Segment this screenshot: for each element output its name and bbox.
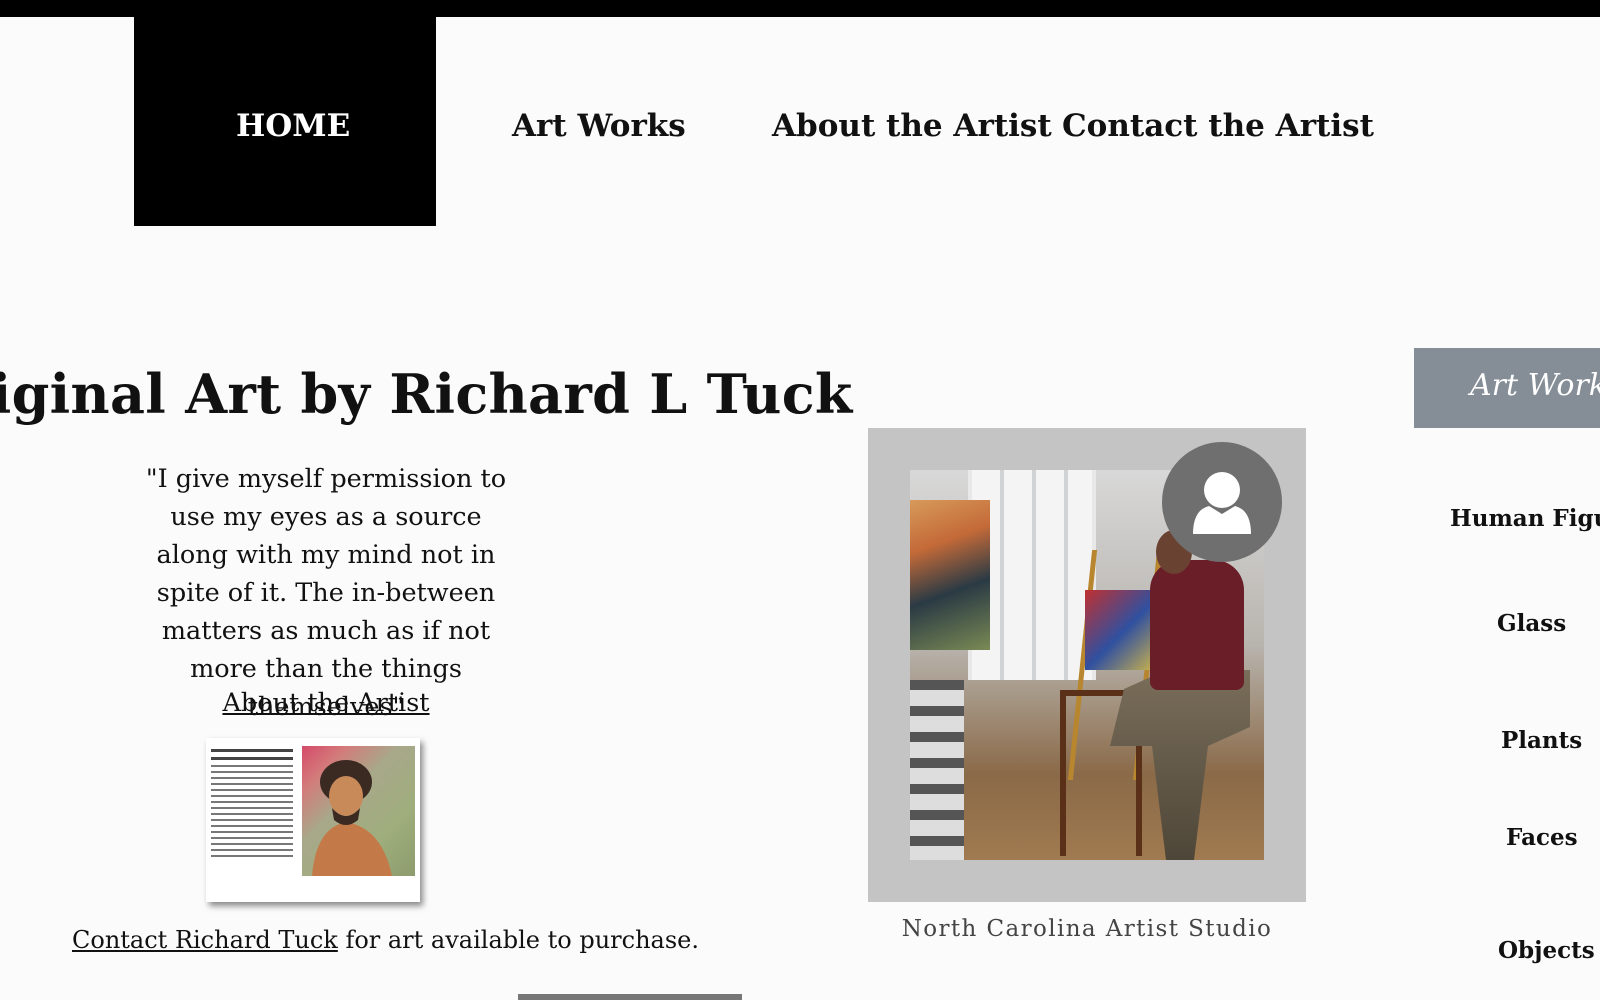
sidebar-item-human-figure[interactable]: Human Figur — [1450, 505, 1600, 532]
bottom-image-edge — [518, 994, 742, 1000]
contact-line: Contact Richard Tuck for art available t… — [72, 926, 699, 954]
photo-caption: North Carolina Artist Studio — [901, 916, 1273, 942]
sidebar-item-faces[interactable]: Faces — [1506, 824, 1578, 851]
photo-cabinet — [910, 680, 964, 860]
sidebar-item-plants[interactable]: Plants — [1501, 727, 1582, 754]
page-title: riginal Art by Richard L Tuck — [0, 362, 853, 426]
clipping-text-area — [211, 744, 293, 894]
nav-contact-artist[interactable]: Contact the Artist — [1062, 108, 1374, 144]
contact-line-suffix: for art available to purchase. — [337, 926, 700, 954]
about-artist-link[interactable]: About the Artist — [206, 688, 446, 718]
nav-home[interactable]: HOME — [236, 108, 350, 144]
sidebar-item-glass[interactable]: Glass — [1497, 610, 1566, 637]
contact-richard-tuck-link[interactable]: Contact Richard Tuck — [72, 926, 338, 954]
nav-about-artist[interactable]: About the Artist — [772, 108, 1052, 144]
newspaper-clipping-image[interactable] — [206, 738, 420, 902]
photo-person-body — [1150, 560, 1244, 690]
clipping-painting — [302, 746, 415, 876]
user-avatar-icon[interactable] — [1162, 442, 1282, 562]
sidebar-item-objects[interactable]: Objects — [1498, 937, 1595, 964]
sidebar-header-label: Art Works — [1470, 368, 1600, 403]
sidebar-header: Art Works — [1414, 348, 1600, 428]
artist-quote: "I give myself permission to use my eyes… — [145, 464, 507, 722]
top-bar — [0, 0, 1600, 17]
photo-painting — [910, 500, 990, 650]
nav-art-works[interactable]: Art Works — [512, 108, 686, 144]
